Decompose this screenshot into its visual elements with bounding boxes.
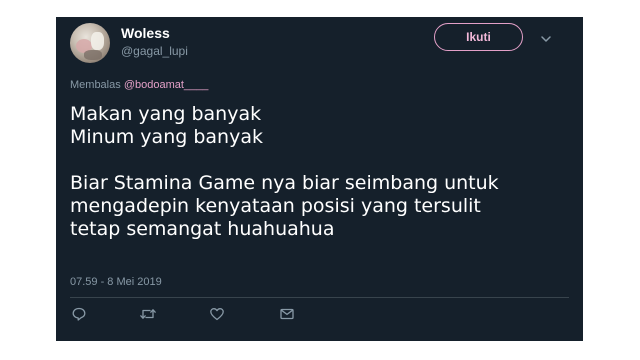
user-handle[interactable]: @gagal_lupi [121, 44, 188, 58]
avatar[interactable] [70, 23, 110, 63]
reply-mention-link[interactable]: @bodoamat____ [124, 79, 209, 91]
tweet-text-line: Makan yang banyak [70, 103, 262, 125]
avatar-photo-part [91, 32, 104, 50]
tweet-text-line: Minum yang banyak [70, 126, 263, 148]
tweet-card: Woless @gagal_lupi Ikuti Membalas @bodoa… [56, 17, 583, 341]
display-name[interactable]: Woless [121, 25, 170, 41]
tweet-text: Makan yang banyak Minum yang banyak Biar… [70, 103, 575, 241]
divider [70, 297, 569, 298]
tweet-text-line: tetap semangat huahuahua [70, 218, 335, 240]
tweet-text-line: mengadepin kenyataan posisi yang tersuli… [70, 195, 481, 217]
chevron-down-icon[interactable] [540, 32, 552, 44]
avatar-photo-part [84, 50, 102, 60]
tweet-text-line: Biar Stamina Game nya biar seimbang untu… [70, 172, 499, 194]
heart-icon[interactable] [208, 305, 226, 323]
reply-prefix: Membalas [70, 79, 121, 91]
envelope-icon[interactable] [278, 305, 296, 323]
reply-icon[interactable] [70, 305, 88, 323]
follow-button[interactable]: Ikuti [434, 23, 523, 51]
retweet-icon[interactable] [139, 305, 157, 323]
reply-context: Membalas @bodoamat____ [70, 79, 208, 91]
tweet-timestamp[interactable]: 07.59 - 8 Mei 2019 [70, 276, 162, 288]
